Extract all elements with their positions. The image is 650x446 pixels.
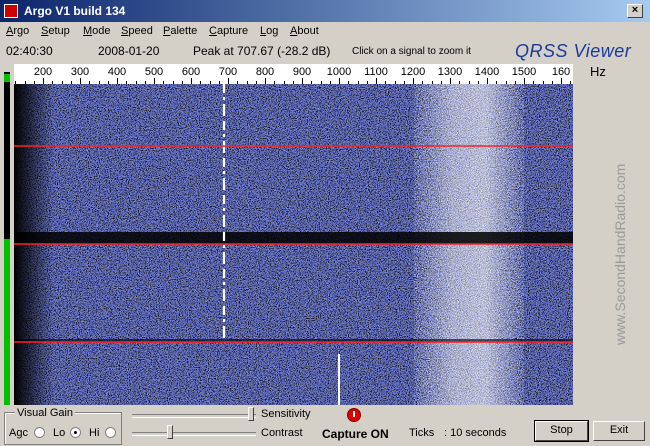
menu-palette[interactable]: Palette — [163, 25, 197, 37]
sensitivity-track — [132, 414, 256, 418]
menu-about[interactable]: About — [290, 25, 319, 37]
menu-capture[interactable]: Capture — [209, 25, 248, 37]
level-fill — [4, 238, 10, 405]
level-meter — [4, 72, 10, 405]
close-button[interactable]: × — [627, 4, 643, 18]
frequency-scale: 200 300 400 500 600 700 800 900 1000 1100 1200 1300… — [14, 64, 573, 84]
frequency-unit: Hz — [590, 64, 606, 79]
frequency-tick-label: 200 — [33, 66, 53, 78]
agc-label: Agc — [9, 427, 28, 439]
hi-label: Hi — [89, 427, 100, 439]
hi-radio[interactable] — [105, 427, 116, 438]
frequency-tick-label: 500 — [144, 66, 164, 78]
visual-gain-group: Visual Gain Agc Lo Hi — [4, 407, 122, 445]
spectrogram-svg — [14, 84, 573, 405]
frequency-tick-label: 400 — [107, 66, 127, 78]
dark-stripe — [14, 232, 573, 244]
frequency-tick-label: 700 — [218, 66, 238, 78]
frequency-tick-label: 1500 — [511, 66, 537, 78]
exit-button[interactable]: Exit — [593, 421, 645, 441]
frequency-tick-label: 1000 — [326, 66, 352, 78]
contrast-track — [132, 432, 256, 436]
menu-mode[interactable]: Mode — [83, 25, 111, 37]
watermark-text: www.SecondHandRadio.com — [612, 163, 628, 345]
frequency-tick-label: 800 — [255, 66, 275, 78]
frequency-tick-label: 900 — [292, 66, 312, 78]
ticks-label: Ticks — [409, 427, 435, 439]
zoom-hint: Click on a signal to zoom it — [352, 46, 471, 57]
lo-label: Lo — [53, 427, 66, 439]
clock: 02:40:30 — [6, 44, 53, 58]
visual-gain-title: Visual Gain — [15, 407, 76, 419]
control-panel: Visual Gain Agc Lo Hi Sensitivity Contra… — [0, 406, 650, 446]
frequency-tick-label: 300 — [70, 66, 90, 78]
contrast-slider[interactable] — [132, 425, 256, 441]
capture-indicator-icon — [347, 408, 361, 422]
sensitivity-thumb[interactable] — [248, 407, 254, 421]
sensitivity-label: Sensitivity — [261, 408, 311, 420]
spectrogram[interactable] — [14, 84, 573, 405]
menu-speed[interactable]: Speed — [121, 25, 153, 37]
frequency-tick-label: 1100 — [364, 66, 388, 78]
stop-button[interactable]: Stop — [535, 421, 588, 441]
brand-logo: QRSS Viewer — [515, 41, 632, 61]
menu-log[interactable]: Log — [260, 25, 278, 37]
window-title: Argo V1 build 134 — [24, 4, 126, 18]
frequency-tick-label: 1200 — [400, 66, 426, 78]
menu-argo[interactable]: Argo — [6, 25, 29, 37]
frequency-tick-label: 1400 — [474, 66, 500, 78]
menu-bar: Argo Setup Mode Speed Palette Capture Lo… — [0, 22, 650, 40]
date: 2008-01-20 — [98, 44, 160, 58]
frequency-tick-label: 1300 — [437, 66, 463, 78]
frequency-tick-label: 600 — [181, 66, 201, 78]
peak-readout: Peak at 707.67 (-28.2 dB) — [193, 44, 331, 58]
sensitivity-slider[interactable] — [132, 407, 256, 423]
watermark: www.SecondHandRadio.com — [612, 120, 632, 350]
level-peak-marker — [4, 74, 10, 82]
menu-setup[interactable]: Setup — [41, 25, 70, 37]
lo-radio[interactable] — [70, 427, 81, 438]
capture-status: Capture ON — [322, 427, 389, 441]
title-bar: Argo V1 build 134 × — [0, 0, 650, 22]
contrast-label: Contrast — [261, 427, 303, 439]
ticks-value: : 10 seconds — [444, 427, 507, 439]
frequency-tick-label: 160 — [551, 66, 571, 78]
agc-radio[interactable] — [34, 427, 45, 438]
app-icon — [4, 4, 18, 18]
contrast-thumb[interactable] — [167, 425, 173, 439]
